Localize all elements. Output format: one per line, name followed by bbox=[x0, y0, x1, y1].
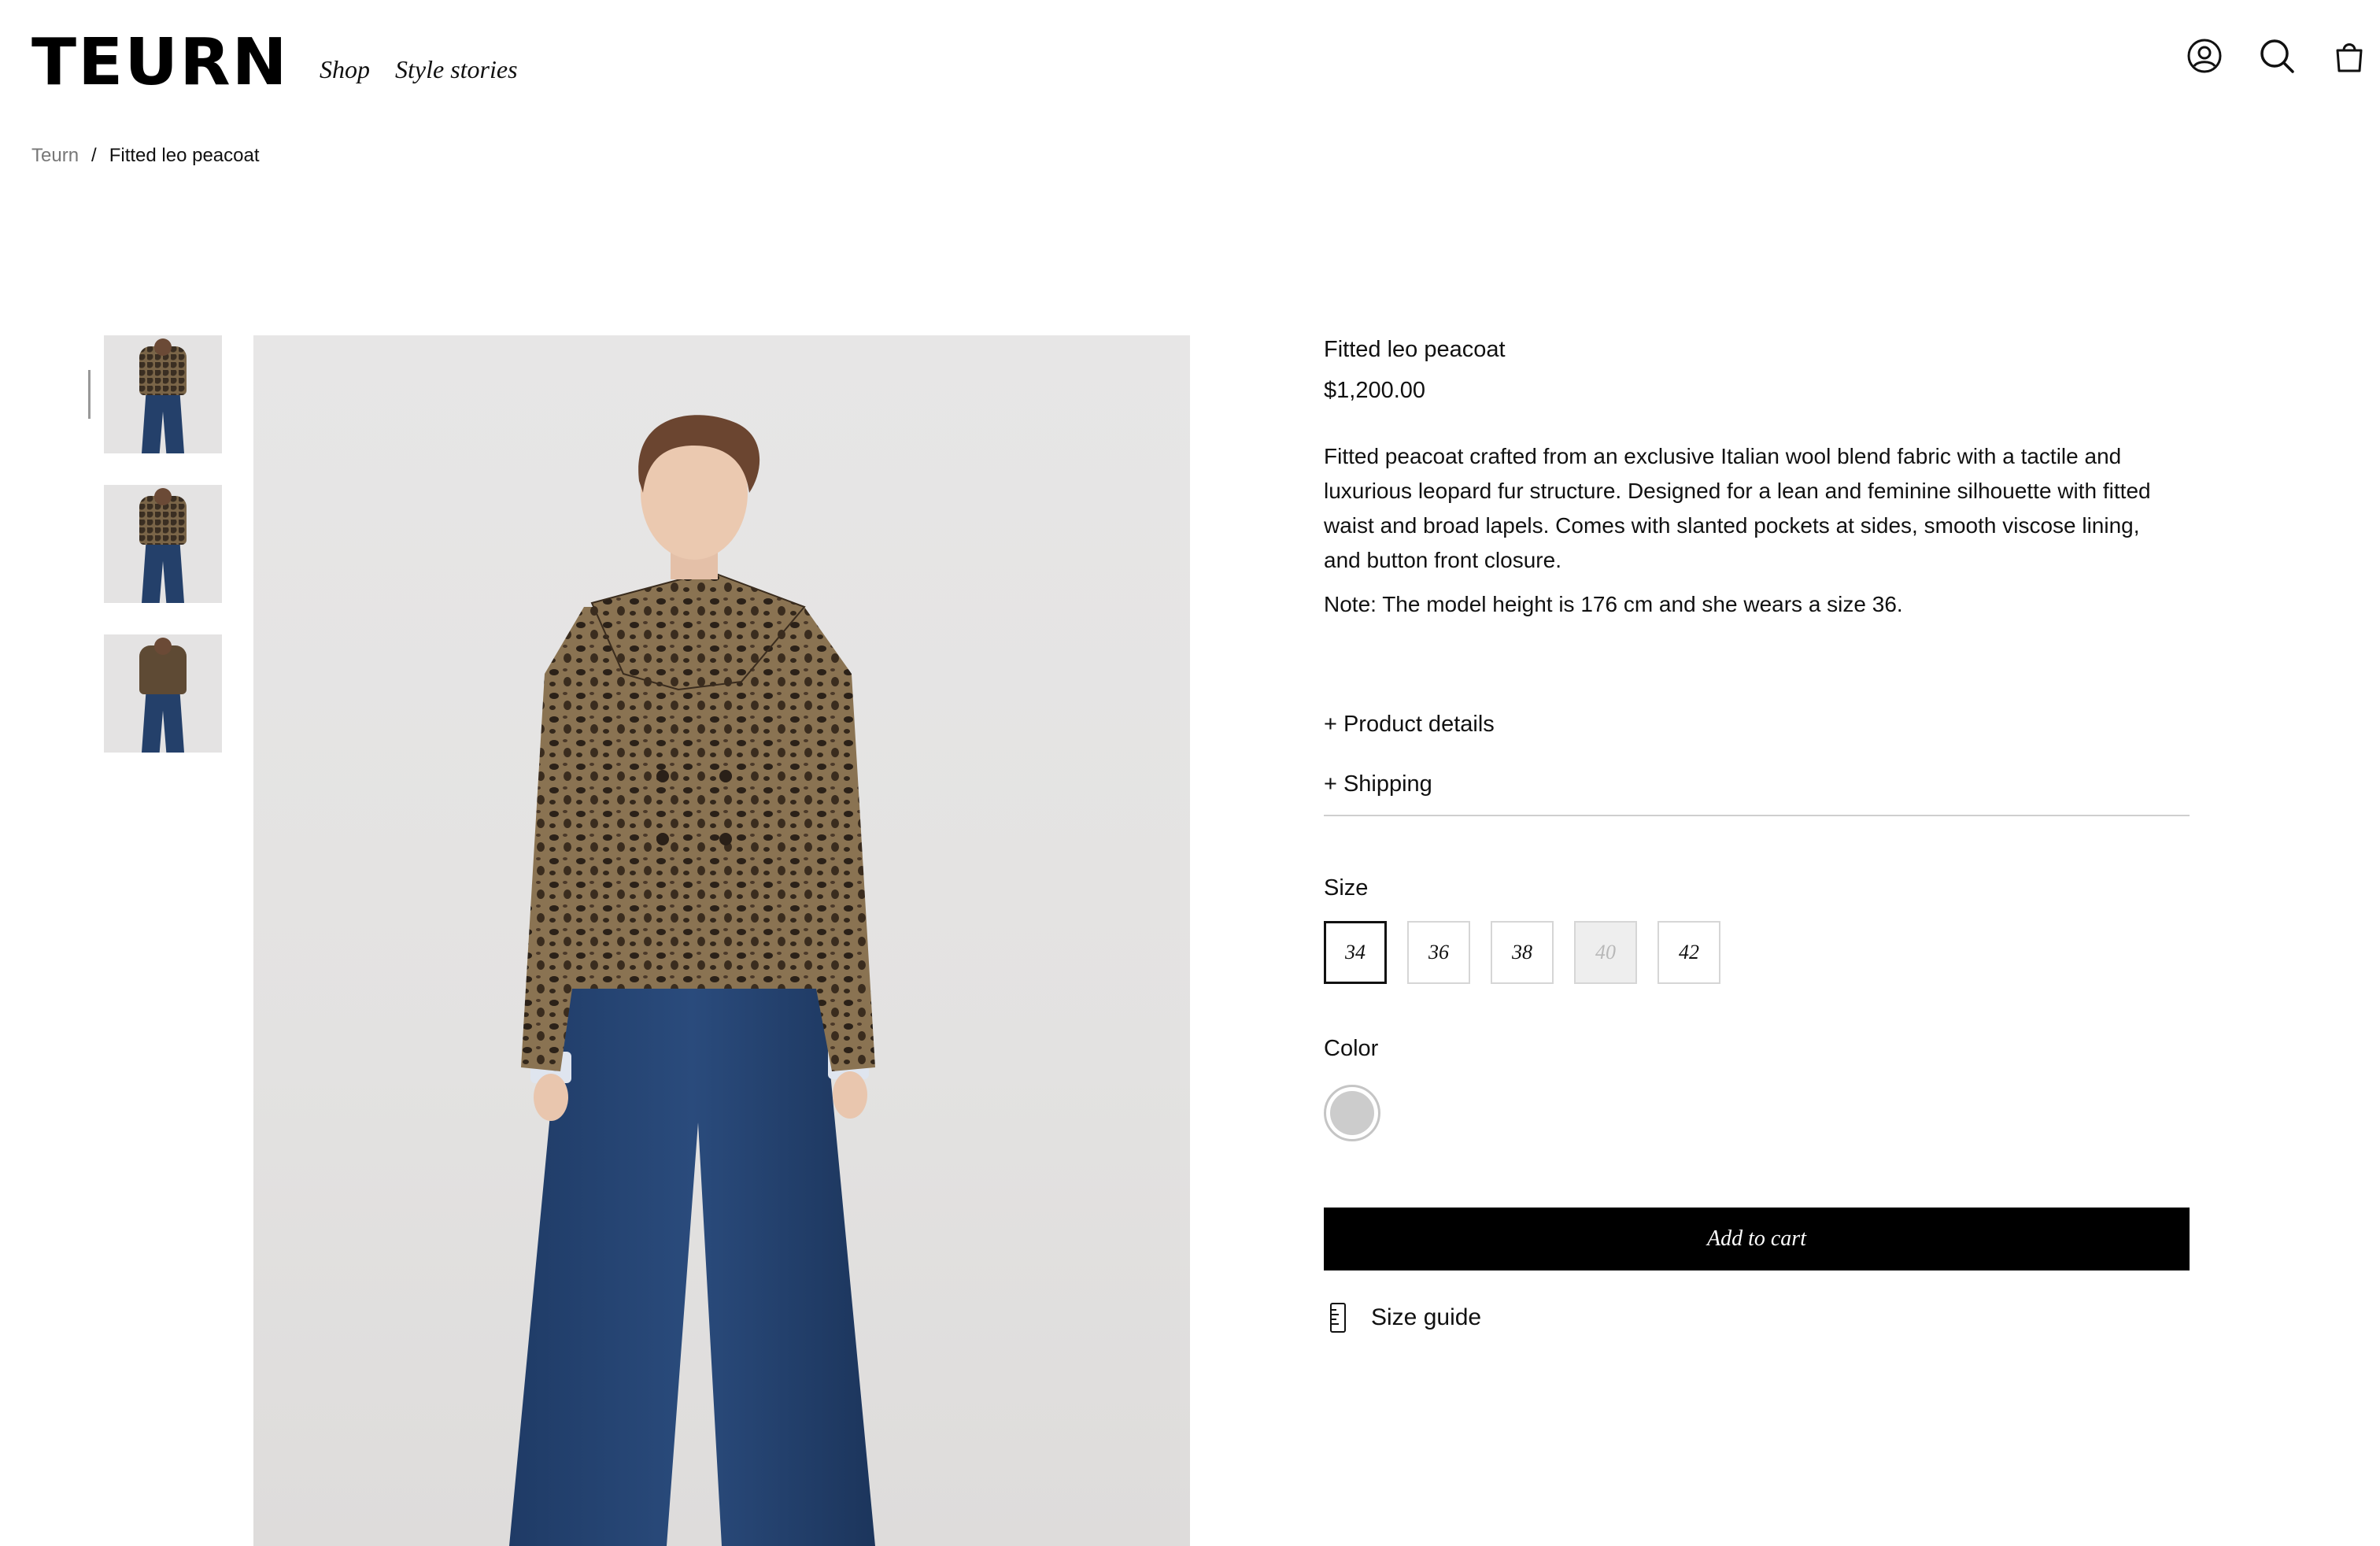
nav-style-stories[interactable]: Style stories bbox=[395, 55, 518, 84]
size-option-34[interactable]: 34 bbox=[1324, 921, 1387, 984]
breadcrumb-current: Fitted leo peacoat bbox=[109, 145, 260, 166]
size-option-36[interactable]: 36 bbox=[1407, 921, 1470, 984]
divider bbox=[1324, 815, 2190, 816]
nav-shop[interactable]: Shop bbox=[320, 55, 370, 84]
thumbnail-head bbox=[154, 488, 172, 505]
main-product-image[interactable] bbox=[253, 335, 1190, 1546]
thumbnail-3[interactable] bbox=[104, 634, 222, 753]
size-label: Size bbox=[1324, 875, 1369, 901]
thumbnail-1[interactable] bbox=[104, 335, 222, 453]
plus-icon: + bbox=[1324, 771, 1337, 797]
thumbnail-head bbox=[154, 338, 172, 356]
thumbnail-jeans bbox=[142, 394, 184, 453]
breadcrumb-separator: / bbox=[91, 145, 97, 166]
account-icon[interactable] bbox=[2186, 38, 2223, 74]
accordion-label: Product details bbox=[1343, 712, 1495, 737]
accordion-label: Shipping bbox=[1343, 771, 1432, 797]
breadcrumb-home[interactable]: Teurn bbox=[31, 145, 79, 167]
size-guide-label: Size guide bbox=[1371, 1304, 1482, 1330]
thumbnail-jeans bbox=[142, 693, 184, 753]
thumbnail-2[interactable] bbox=[104, 485, 222, 603]
size-option-42[interactable]: 42 bbox=[1658, 921, 1720, 984]
product-price: $1,200.00 bbox=[1324, 378, 1426, 403]
plus-icon: + bbox=[1324, 712, 1337, 737]
product-title: Fitted leo peacoat bbox=[1324, 337, 1506, 362]
search-icon[interactable] bbox=[2259, 38, 2295, 74]
model-illustration bbox=[509, 415, 875, 1546]
color-swatch-fill bbox=[1330, 1091, 1374, 1135]
thumbnail-head bbox=[154, 638, 172, 655]
color-label: Color bbox=[1324, 1036, 1379, 1061]
breadcrumb: Teurn / Fitted leo peacoat bbox=[31, 145, 260, 167]
size-guide-link[interactable]: Size guide bbox=[1329, 1302, 1481, 1333]
thumbnail-list bbox=[104, 335, 222, 753]
main-nav: Shop Style stories bbox=[320, 55, 518, 84]
size-selector: 34 36 38 40 42 bbox=[1324, 921, 1720, 984]
header-actions bbox=[2186, 38, 2367, 74]
product-description: Fitted peacoat crafted from an exclusive… bbox=[1324, 444, 2151, 572]
active-thumbnail-indicator bbox=[88, 370, 91, 419]
add-to-cart-button[interactable]: Add to cart bbox=[1324, 1208, 2190, 1270]
brand-logo[interactable]: TEURN bbox=[31, 30, 289, 96]
ruler-icon bbox=[1329, 1302, 1347, 1333]
thumbnail-jeans bbox=[142, 543, 184, 603]
size-option-40[interactable]: 40 bbox=[1574, 921, 1637, 984]
cart-icon[interactable] bbox=[2331, 38, 2367, 74]
product-note: Note: The model height is 176 cm and she… bbox=[1324, 592, 1903, 616]
color-swatch[interactable] bbox=[1324, 1085, 1380, 1141]
accordion-shipping[interactable]: + Shipping bbox=[1324, 771, 1432, 797]
size-option-38[interactable]: 38 bbox=[1491, 921, 1554, 984]
accordion-product-details[interactable]: + Product details bbox=[1324, 712, 1495, 738]
